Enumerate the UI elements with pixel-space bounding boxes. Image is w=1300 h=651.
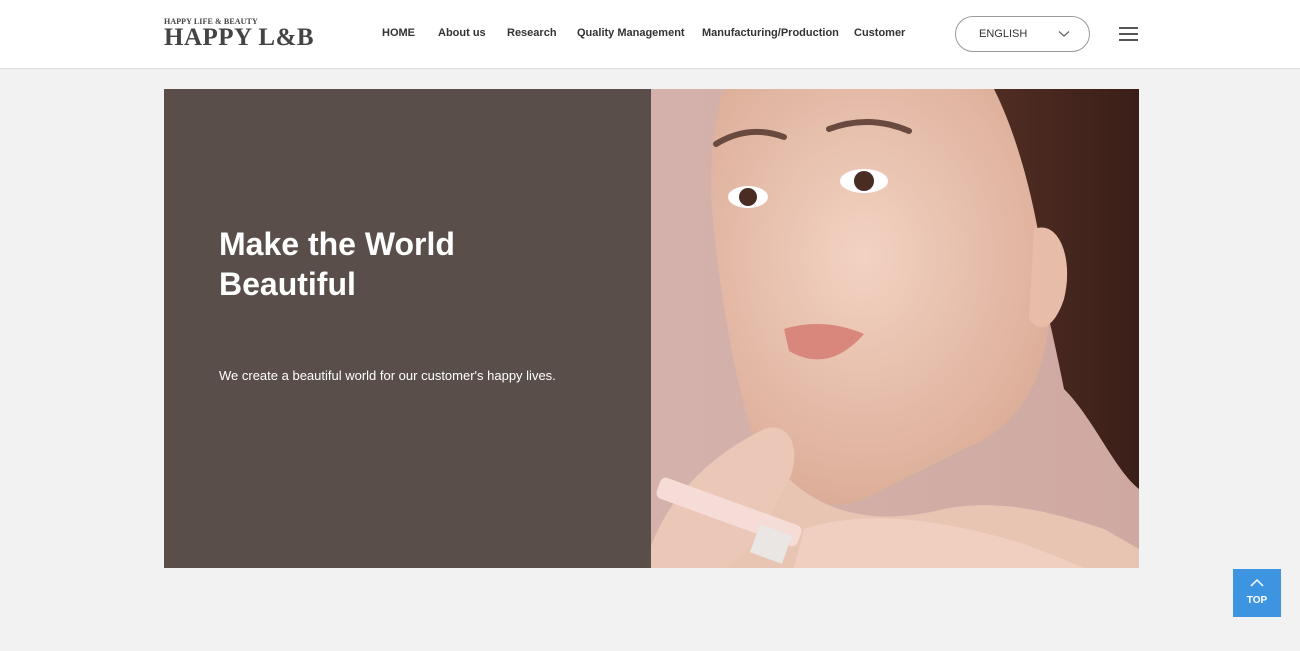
chevron-down-icon xyxy=(1058,31,1070,37)
nav-item-manufacturing-production[interactable]: Manufacturing/Production xyxy=(702,27,839,39)
hero-title-line-2: Beautiful xyxy=(219,266,356,302)
nav-item-home[interactable]: HOME xyxy=(382,27,415,39)
top-button-label: TOP xyxy=(1246,595,1268,606)
nav-item-customer[interactable]: Customer xyxy=(854,27,905,39)
hero-title-line-1: Make the World xyxy=(219,226,455,262)
hamburger-menu-icon[interactable] xyxy=(1119,27,1139,41)
language-select[interactable]: ENGLISH xyxy=(955,16,1090,52)
logo[interactable]: HAPPY LIFE & BEAUTY HAPPY L&B xyxy=(164,17,314,50)
hero-title: Make the World Beautiful xyxy=(219,224,579,304)
nav-item-quality-management[interactable]: Quality Management xyxy=(577,27,685,39)
hero-subtitle: We create a beautiful world for our cust… xyxy=(219,368,556,383)
language-selected-label: ENGLISH xyxy=(979,28,1028,40)
hero-banner: Make the World Beautiful We create a bea… xyxy=(164,89,1139,568)
nav-item-about-us[interactable]: About us xyxy=(438,27,486,39)
nav-item-research[interactable]: Research xyxy=(507,27,557,39)
arrow-up-icon xyxy=(1250,578,1264,587)
hero-overlay: Make the World Beautiful We create a bea… xyxy=(164,89,651,568)
scroll-to-top-button[interactable]: TOP xyxy=(1233,569,1281,617)
site-header: HAPPY LIFE & BEAUTY HAPPY L&B HOME About… xyxy=(0,0,1300,69)
logo-wordmark: HAPPY L&B xyxy=(164,24,315,51)
